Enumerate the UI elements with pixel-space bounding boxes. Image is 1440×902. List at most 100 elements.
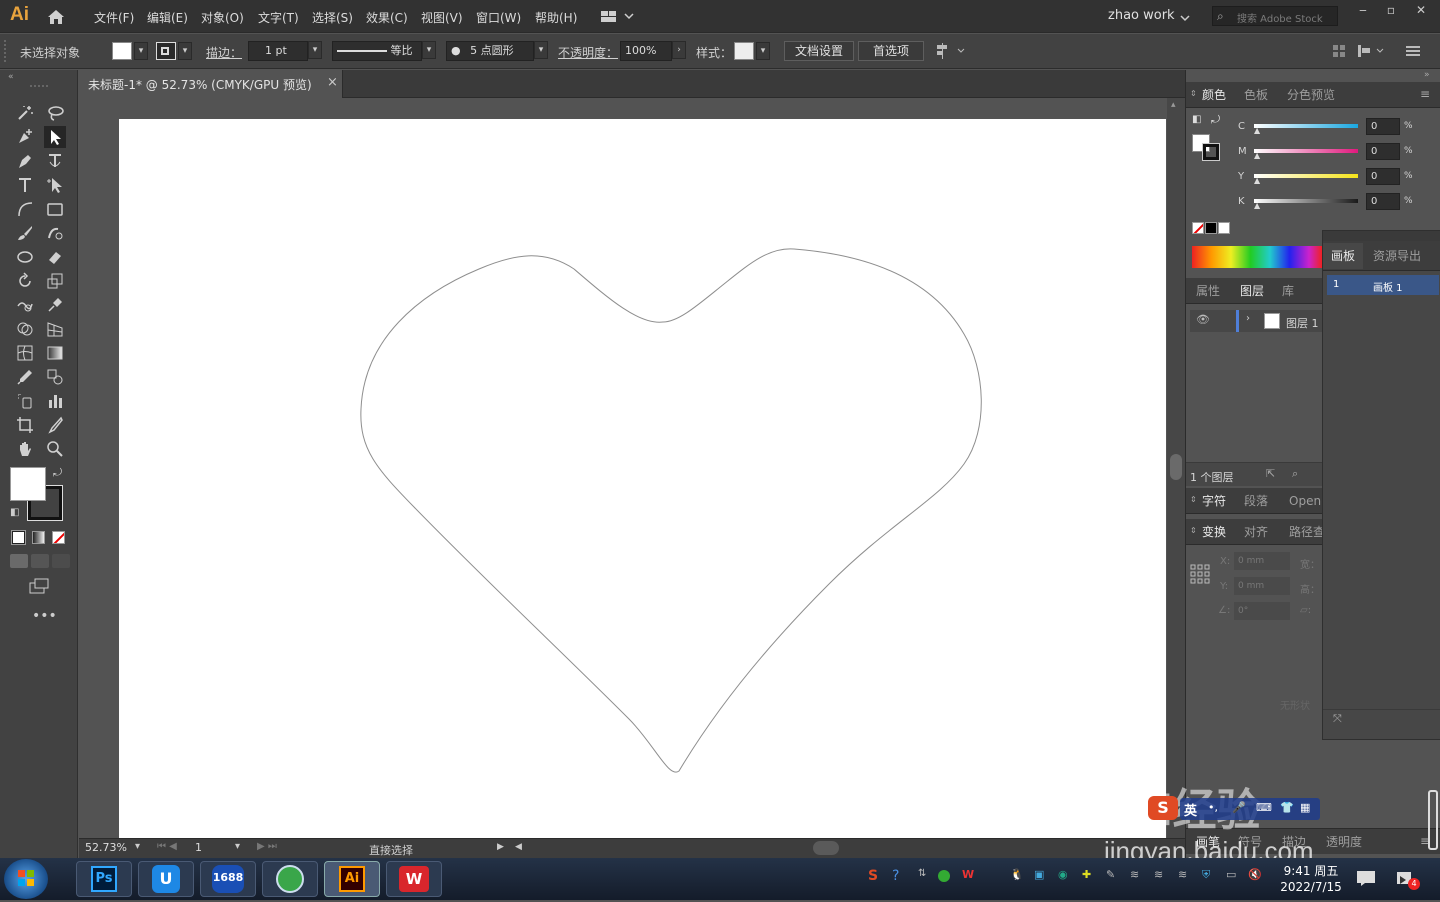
x-field[interactable]: 0 mm <box>1234 552 1290 570</box>
hand-tool-icon[interactable] <box>14 438 36 460</box>
tab-paragraph[interactable]: 段落 <box>1244 488 1268 514</box>
symbol-sprayer-tool-icon[interactable] <box>14 390 36 412</box>
collapse-arrows-icon[interactable]: ⇕ <box>1190 495 1197 504</box>
panel-menu-icon[interactable] <box>1406 45 1420 57</box>
artboard[interactable] <box>119 119 1166 839</box>
heart-path[interactable] <box>119 119 1166 839</box>
puppet-warp-tool-icon[interactable] <box>44 294 66 316</box>
status-menu-icon[interactable]: ▶ <box>497 842 504 852</box>
artboard-row-name[interactable]: 画板 1 <box>1373 279 1403 294</box>
stack2-tray-icon[interactable]: ≋ <box>1154 868 1163 881</box>
rearrange-artboards-icon[interactable]: ⤧ <box>1333 712 1342 726</box>
ime-punctuation-icon[interactable]: •, <box>1208 801 1218 814</box>
color-swap-icon[interactable]: ⤾ <box>1211 113 1220 127</box>
document-tab[interactable]: 未标题-1* @ 52.73% (CMYK/GPU 预览) × <box>79 70 343 98</box>
draw-inside-icon[interactable] <box>52 554 70 568</box>
layer-name[interactable]: 图层 1 <box>1286 315 1319 331</box>
magic-wand-tool-icon[interactable] <box>14 102 36 124</box>
style-swatch[interactable] <box>734 42 754 60</box>
perspective-grid-tool-icon[interactable] <box>44 318 66 340</box>
profile-dropdown[interactable]: ▾ <box>422 41 436 59</box>
horizontal-scroll-thumb[interactable] <box>813 841 839 855</box>
help-tray-icon[interactable]: ? <box>892 868 899 884</box>
type-on-path-tool-icon[interactable] <box>44 150 66 172</box>
warp-tool-icon[interactable] <box>14 294 36 316</box>
yellow-thumb[interactable]: ▲ <box>1254 176 1260 185</box>
menu-window[interactable]: 窗口(W) <box>476 9 521 26</box>
stroke-weight-dropdown[interactable]: ▾ <box>308 41 322 59</box>
expand-panels-icon[interactable]: » <box>1424 70 1430 80</box>
stroke-swatch[interactable] <box>156 42 176 60</box>
tool-tray-icon[interactable]: ✎ <box>1106 868 1115 881</box>
cyan-value[interactable]: 0 <box>1366 118 1400 135</box>
photoshop-taskbar-button[interactable]: Ps <box>76 861 132 897</box>
white-color-chip[interactable] <box>1218 222 1230 234</box>
maximize-button[interactable]: ▫ <box>1378 3 1404 19</box>
home-icon[interactable] <box>46 8 66 26</box>
reference-point-icon[interactable] <box>1190 564 1210 584</box>
illustrator-taskbar-button[interactable]: Ai <box>324 861 380 897</box>
tab-libraries[interactable]: 库 <box>1282 278 1294 304</box>
artboard-tool-icon[interactable] <box>14 414 36 436</box>
stroke-dropdown[interactable]: ▾ <box>178 42 192 60</box>
vertical-scrollbar[interactable]: ▴ <box>1167 98 1185 838</box>
ime-voice-icon[interactable]: 🎤 <box>1232 801 1246 814</box>
color-panel-menu-icon[interactable]: ≡ <box>1420 87 1430 101</box>
export-icon[interactable]: ⇱ <box>1266 467 1275 480</box>
eyedropper-tool-icon[interactable] <box>14 366 36 388</box>
tab-color[interactable]: 颜色 <box>1202 82 1226 108</box>
wps-taskbar-button[interactable]: W <box>386 861 442 897</box>
tab-transform[interactable]: 变换 <box>1202 519 1226 545</box>
yellow-track[interactable] <box>1254 174 1358 178</box>
artboard-row[interactable]: 1 画板 1 <box>1327 275 1439 295</box>
security-tray-icon[interactable]: ◉ <box>1058 868 1068 881</box>
plus-tray-icon[interactable]: ✚ <box>1082 868 1091 881</box>
black-value[interactable]: 0 <box>1366 193 1400 210</box>
collapse-arrows-icon[interactable]: ⇕ <box>1190 526 1197 535</box>
magenta-slider[interactable]: M ▲ 0 % <box>1238 143 1416 167</box>
fill-dropdown[interactable]: ▾ <box>134 42 148 60</box>
document-setup-button[interactable]: 文档设置 <box>784 41 854 61</box>
menu-object[interactable]: 对象(O) <box>201 9 244 26</box>
tab-pathfinder[interactable]: 路径查 <box>1289 519 1322 545</box>
toolbar-grip[interactable] <box>30 85 48 88</box>
cyan-slider[interactable]: C ▲ 0 % <box>1238 118 1416 142</box>
clock-date[interactable]: 2022/7/15 <box>1276 880 1346 894</box>
stack-tray-icon[interactable]: ≋ <box>1130 868 1139 881</box>
tab-asset-export[interactable]: 资源导出 <box>1373 243 1421 269</box>
paintbrush-tool-icon[interactable] <box>14 222 36 244</box>
black-track[interactable] <box>1254 199 1358 203</box>
brush-definition[interactable]: ● 5 点圆形 <box>446 41 534 61</box>
artboards-panel-titlebar[interactable] <box>1323 231 1440 241</box>
align-icon[interactable] <box>936 43 968 59</box>
color-mode-icon[interactable] <box>11 530 26 545</box>
vertical-scroll-thumb[interactable] <box>1170 454 1182 480</box>
menu-view[interactable]: 视图(V) <box>421 9 463 26</box>
none-mode-icon[interactable] <box>52 531 65 544</box>
minimize-button[interactable]: ‒ <box>1350 3 1376 19</box>
ime-mode[interactable]: 英 <box>1184 800 1197 819</box>
gradient-tool-icon[interactable] <box>44 342 66 364</box>
green-tray-icon[interactable] <box>938 870 950 882</box>
stroke-weight-field[interactable]: 1 pt <box>248 41 308 61</box>
update-tray-icon[interactable]: ▣ <box>1034 868 1044 881</box>
tab-swatches[interactable]: 色板 <box>1244 82 1268 108</box>
first-artboard-icon[interactable]: ⏮ ◀ <box>157 841 177 852</box>
menu-edit[interactable]: 编辑(E) <box>147 9 188 26</box>
resize-handle[interactable] <box>1428 790 1438 850</box>
draw-normal-icon[interactable] <box>10 554 28 568</box>
ime-keyboard-icon[interactable]: ⌨ <box>1256 801 1272 814</box>
y-field[interactable]: 0 mm <box>1234 577 1290 595</box>
zoom-dropdown-icon[interactable]: ▾ <box>135 841 140 852</box>
shape-builder-tool-icon[interactable] <box>14 318 36 340</box>
lasso-tool-icon[interactable] <box>44 102 66 124</box>
yellow-value[interactable]: 0 <box>1366 168 1400 185</box>
type-tool-icon[interactable] <box>14 174 36 196</box>
rectangle-tool-icon[interactable] <box>44 198 66 220</box>
action-center-icon[interactable] <box>1356 870 1376 886</box>
select-behind-tool-icon[interactable] <box>44 174 66 196</box>
stroke-label[interactable]: 描边： <box>206 44 242 61</box>
menu-type[interactable]: 文字(T) <box>258 9 299 26</box>
add-anchor-tool-icon[interactable] <box>14 126 36 148</box>
tab-align[interactable]: 对齐 <box>1244 519 1268 545</box>
